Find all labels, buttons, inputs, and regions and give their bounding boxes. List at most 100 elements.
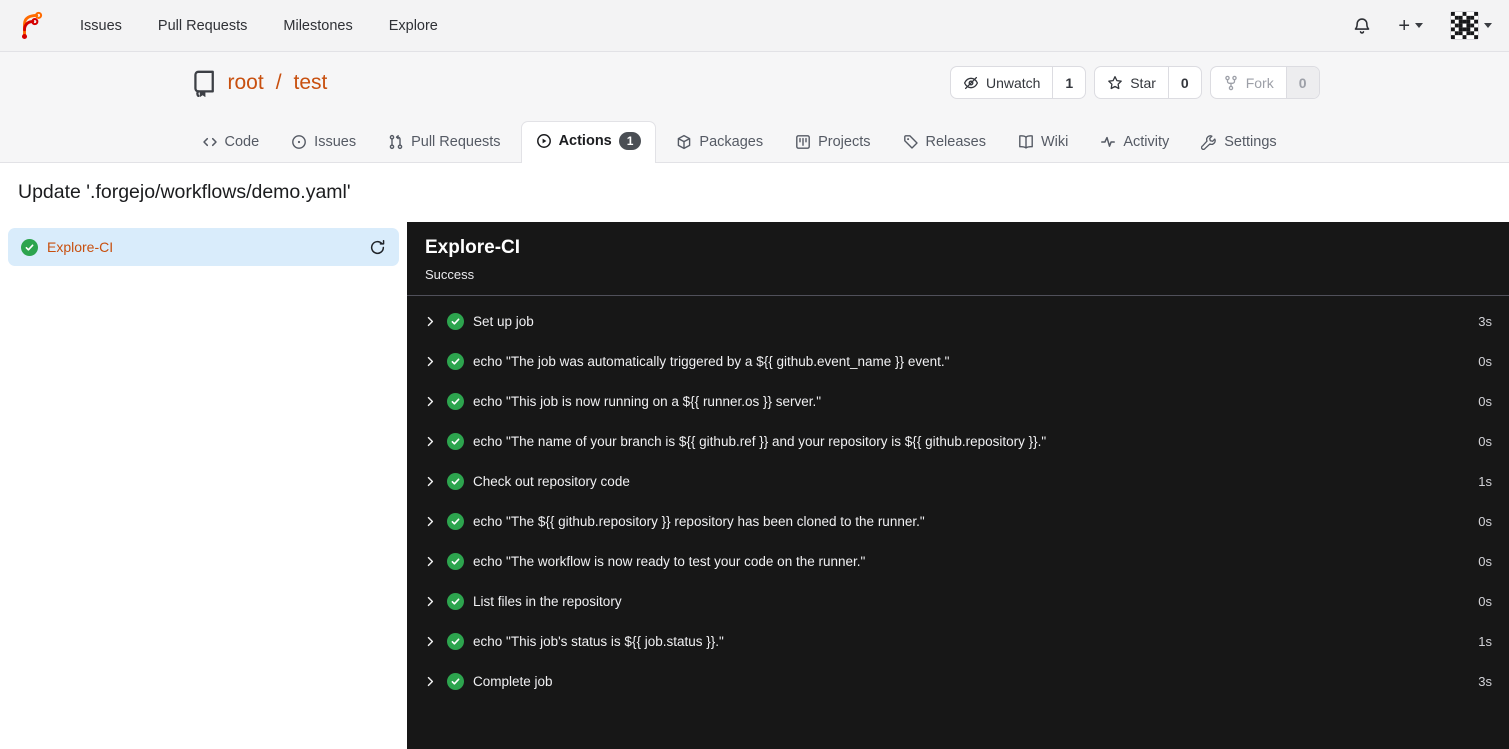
tab-actions[interactable]: Actions 1 <box>520 120 657 163</box>
chevron-right-icon <box>424 315 437 328</box>
step-success-check-icon <box>447 312 464 330</box>
tab-issues[interactable]: Issues <box>279 124 368 162</box>
rerun-sync-icon[interactable] <box>369 239 386 256</box>
step-name: echo "The ${{ github.repository }} repos… <box>473 513 925 529</box>
git-fork-icon <box>1223 75 1239 91</box>
tab-wiki[interactable]: Wiki <box>1006 124 1080 162</box>
tab-label: Settings <box>1224 134 1277 150</box>
repo-owner-link[interactable]: root <box>228 71 264 95</box>
step-duration: 0s <box>1478 593 1492 609</box>
repo-tabs: Code Issues Pull Requests Actions 1 Pack… <box>190 120 1320 163</box>
step-duration: 0s <box>1478 393 1492 409</box>
unwatch-label: Unwatch <box>985 74 1041 91</box>
tab-pull-requests[interactable]: Pull Requests <box>376 124 512 162</box>
eye-slash-icon <box>963 75 979 91</box>
step-success-check-icon <box>447 592 464 610</box>
tag-icon <box>903 134 919 150</box>
navbar-right: + <box>1353 11 1492 40</box>
navbar-item-issues[interactable]: Issues <box>80 18 122 34</box>
tab-activity[interactable]: Activity <box>1088 124 1181 162</box>
chevron-right-icon <box>424 595 437 608</box>
chevron-right-icon <box>424 355 437 368</box>
create-new-menu[interactable]: + <box>1398 16 1423 36</box>
step-row[interactable]: Check out repository code 1s <box>407 461 1509 501</box>
project-board-icon <box>795 134 811 150</box>
jobs-sidebar: Explore-CI <box>0 222 407 749</box>
code-icon <box>202 134 218 150</box>
chevron-right-icon <box>424 675 437 688</box>
step-success-check-icon <box>447 512 464 530</box>
account-menu[interactable] <box>1450 11 1492 40</box>
step-duration: 1s <box>1478 633 1492 649</box>
avatar <box>1450 11 1479 40</box>
job-success-check-icon <box>21 238 38 256</box>
tab-packages[interactable]: Packages <box>664 124 775 162</box>
step-success-check-icon <box>447 352 464 370</box>
tab-code[interactable]: Code <box>190 124 272 162</box>
repo-header: root / test Unwatch 1 Star 0 Fork 0 Code… <box>0 52 1509 163</box>
job-log-header: Explore-CI Success <box>407 222 1509 296</box>
step-duration: 1s <box>1478 473 1492 489</box>
tab-label: Projects <box>818 134 871 150</box>
job-log-title: Explore-CI <box>425 237 521 258</box>
step-name: echo "The job was automatically triggere… <box>473 353 950 369</box>
step-row[interactable]: echo "This job's status is ${{ job.statu… <box>407 621 1509 661</box>
repo-action-buttons: Unwatch 1 Star 0 Fork 0 <box>949 66 1320 99</box>
step-row[interactable]: echo "The ${{ github.repository }} repos… <box>407 501 1509 541</box>
navbar-item-explore[interactable]: Explore <box>389 18 438 34</box>
step-duration: 0s <box>1478 553 1492 569</box>
unwatch-button[interactable]: Unwatch 1 <box>949 66 1087 99</box>
step-duration: 0s <box>1478 513 1492 529</box>
step-success-check-icon <box>447 392 464 410</box>
top-navbar: Issues Pull Requests Milestones Explore … <box>0 0 1509 52</box>
tab-projects[interactable]: Projects <box>783 124 882 162</box>
star-button[interactable]: Star 0 <box>1094 66 1202 99</box>
actions-count-badge: 1 <box>618 131 642 150</box>
step-row[interactable]: echo "The workflow is now ready to test … <box>407 541 1509 581</box>
navbar-item-pull-requests[interactable]: Pull Requests <box>158 18 247 34</box>
book-open-icon <box>1018 134 1034 150</box>
star-icon <box>1107 75 1123 91</box>
chevron-down-icon <box>1415 23 1423 28</box>
navbar-item-milestones[interactable]: Milestones <box>283 18 352 34</box>
repo-name-link[interactable]: test <box>294 71 328 95</box>
tab-releases[interactable]: Releases <box>891 124 998 162</box>
job-item-explore-ci[interactable]: Explore-CI <box>8 228 399 266</box>
step-name: Set up job <box>473 313 534 329</box>
step-duration: 0s <box>1478 353 1492 369</box>
tab-label: Issues <box>314 134 357 150</box>
step-row[interactable]: Set up job 3s <box>407 301 1509 341</box>
star-count[interactable]: 0 <box>1167 67 1201 98</box>
step-row[interactable]: echo "The job was automatically triggere… <box>407 341 1509 381</box>
bell-icon[interactable] <box>1353 17 1371 35</box>
step-duration: 3s <box>1478 673 1492 689</box>
tab-settings[interactable]: Settings <box>1189 124 1288 162</box>
workflow-run-title: Update '.forgejo/workflows/demo.yaml' <box>18 181 351 203</box>
play-circle-icon <box>536 133 552 149</box>
step-success-check-icon <box>447 432 464 450</box>
tab-label: Packages <box>699 134 764 150</box>
plus-icon: + <box>1398 14 1410 37</box>
step-row[interactable]: List files in the repository 0s <box>407 581 1509 621</box>
pulse-icon <box>1100 134 1116 150</box>
wrench-icon <box>1201 134 1217 150</box>
step-success-check-icon <box>447 552 464 570</box>
watch-count[interactable]: 1 <box>1052 67 1085 98</box>
step-row[interactable]: Complete job 3s <box>407 661 1509 701</box>
chevron-right-icon <box>424 395 437 408</box>
repo-book-icon <box>190 69 218 97</box>
step-duration: 3s <box>1478 313 1492 329</box>
step-duration: 0s <box>1478 433 1492 449</box>
step-row[interactable]: echo "The name of your branch is ${{ git… <box>407 421 1509 461</box>
step-name: Check out repository code <box>473 473 630 489</box>
step-row[interactable]: echo "This job is now running on a ${{ r… <box>407 381 1509 421</box>
tab-label: Activity <box>1123 134 1170 150</box>
job-log-status: Success <box>425 267 475 282</box>
step-name: List files in the repository <box>473 593 622 609</box>
tab-label: Releases <box>925 134 986 150</box>
forgejo-logo-icon[interactable] <box>17 11 47 41</box>
chevron-right-icon <box>424 435 437 448</box>
star-label: Star <box>1130 74 1156 91</box>
step-success-check-icon <box>447 472 464 490</box>
step-name: echo "The name of your branch is ${{ git… <box>473 433 1047 449</box>
